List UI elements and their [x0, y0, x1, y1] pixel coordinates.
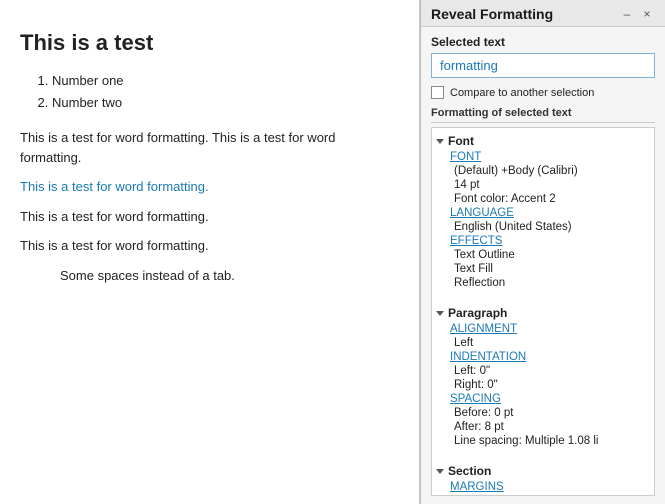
doc-para-2: This is a test for word formatting.: [20, 207, 399, 227]
doc-heading: This is a test: [20, 30, 399, 56]
triangle-icon: [436, 469, 444, 474]
group-name-font: Font: [448, 134, 474, 148]
compare-row: Compare to another selection: [431, 86, 655, 99]
doc-para-highlighted: This is a test for word formatting.: [20, 177, 399, 197]
language-link[interactable]: LANGUAGE: [446, 206, 654, 220]
group-name-paragraph: Paragraph: [448, 306, 507, 320]
font-size-value: 14 pt: [446, 178, 654, 192]
format-group-items-section: MARGINS Left: 1": [432, 480, 654, 496]
format-group-header-font: Font: [432, 132, 654, 150]
selected-text-box: formatting: [431, 53, 655, 78]
font-color-value: Font color: Accent 2: [446, 192, 654, 206]
spacing-before-value: Before: 0 pt: [446, 406, 654, 420]
format-group-header-section: Section: [432, 462, 654, 480]
line-spacing-value: Line spacing: Multiple 1.08 li: [446, 434, 654, 448]
spacing-link[interactable]: SPACING: [446, 392, 654, 406]
triangle-icon: [436, 139, 444, 144]
spacing-after-value: After: 8 pt: [446, 420, 654, 434]
alignment-value: Left: [446, 336, 654, 350]
text-outline-value: Text Outline: [446, 248, 654, 262]
formatting-of-selected-label: Formatting of selected text: [431, 107, 655, 123]
format-group-header-paragraph: Paragraph: [432, 304, 654, 322]
list-item: Number two: [52, 92, 399, 114]
doc-list: Number one Number two: [52, 70, 399, 114]
margins-left-value: Left: 1": [446, 494, 654, 496]
font-link[interactable]: FONT: [446, 150, 654, 164]
format-group-font: Font FONT (Default) +Body (Calibri) 14 p…: [432, 132, 654, 290]
alignment-link[interactable]: ALIGNMENT: [446, 322, 654, 336]
document-area: This is a test Number one Number two Thi…: [0, 0, 420, 504]
format-group-section: Section MARGINS Left: 1": [432, 462, 654, 496]
panel-controls: – ×: [619, 6, 655, 22]
panel-title: Reveal Formatting: [431, 6, 553, 22]
margins-link[interactable]: MARGINS: [446, 480, 654, 494]
format-group-items-font: FONT (Default) +Body (Calibri) 14 pt Fon…: [432, 150, 654, 290]
indent-left-value: Left: 0": [446, 364, 654, 378]
effects-link[interactable]: EFFECTS: [446, 234, 654, 248]
format-scroll-area[interactable]: Font FONT (Default) +Body (Calibri) 14 p…: [431, 127, 655, 496]
panel-header: Reveal Formatting – ×: [421, 0, 665, 27]
compare-label: Compare to another selection: [450, 87, 594, 99]
doc-para-indent: Some spaces instead of a tab.: [60, 266, 399, 286]
selected-text-label: Selected text: [431, 35, 655, 49]
format-group-paragraph: Paragraph ALIGNMENT Left INDENTATION Lef…: [432, 304, 654, 448]
panel-body: Selected text formatting Compare to anot…: [421, 27, 665, 504]
minimize-button[interactable]: –: [619, 6, 635, 22]
close-button[interactable]: ×: [639, 6, 655, 22]
font-body-value: (Default) +Body (Calibri): [446, 164, 654, 178]
compare-checkbox[interactable]: [431, 86, 444, 99]
list-item: Number one: [52, 70, 399, 92]
indent-right-value: Right: 0": [446, 378, 654, 392]
triangle-icon: [436, 311, 444, 316]
doc-para-1: This is a test for word formatting. This…: [20, 128, 399, 167]
format-group-items-paragraph: ALIGNMENT Left INDENTATION Left: 0" Righ…: [432, 322, 654, 448]
language-value: English (United States): [446, 220, 654, 234]
doc-para-3: This is a test for word formatting.: [20, 236, 399, 256]
reveal-formatting-panel: Reveal Formatting – × Selected text form…: [420, 0, 665, 504]
indentation-link[interactable]: INDENTATION: [446, 350, 654, 364]
reflection-value: Reflection: [446, 276, 654, 290]
text-fill-value: Text Fill: [446, 262, 654, 276]
group-name-section: Section: [448, 464, 491, 478]
